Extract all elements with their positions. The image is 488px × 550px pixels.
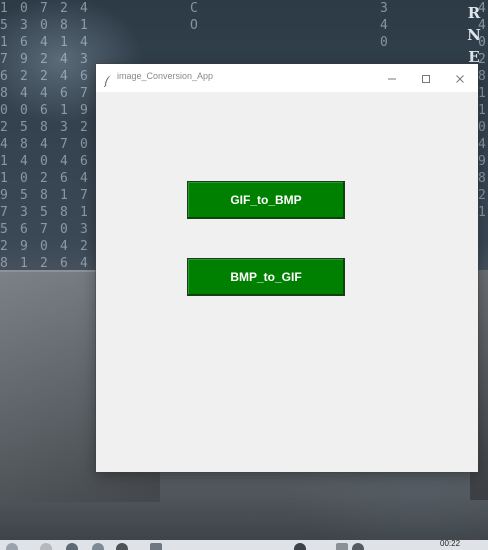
taskbar-app-icon[interactable] [336,543,348,550]
bmp-to-gif-button[interactable]: BMP_to_GIF [187,258,345,296]
matrix-code-column: 7 0 4 2 2 4 6 8 4 0 2 8 5 7 0 2 [40,1,48,271]
app-window: image_Conversion_App GIF_to_BMP BMP_to_G… [96,64,478,472]
taskbar: 00:22 [0,540,488,550]
maximize-icon [421,69,431,88]
minimize-icon [387,69,397,88]
title-bar[interactable]: image_Conversion_App [96,64,478,92]
taskbar-app-icon[interactable] [150,543,162,550]
window-client-area: GIF_to_BMP BMP_to_GIF [96,92,478,472]
matrix-code-column: 4 1 4 3 6 7 9 2 0 6 4 7 1 3 2 4 [80,1,88,271]
taskbar-clock[interactable]: 00:22 [440,540,460,548]
gif-to-bmp-button[interactable]: GIF_to_BMP [187,181,345,219]
close-icon [455,69,465,88]
close-button[interactable] [443,64,477,92]
corner-letters: R N E [464,2,484,68]
taskbar-app-icon[interactable] [294,543,306,550]
matrix-code-column: 1 5 1 7 6 8 0 2 4 1 1 9 7 5 2 8 [0,1,8,271]
corner-letter: R [467,4,481,22]
corner-letter: N [467,26,481,44]
taskbar-app-icon[interactable] [116,543,128,550]
matrix-code-column: 2 8 1 4 4 6 1 3 7 4 6 1 8 0 4 6 [60,1,68,271]
taskbar-app-icon[interactable] [66,543,78,550]
minimize-button[interactable] [375,64,409,92]
taskbar-app-icon[interactable] [40,543,52,550]
taskbar-app-icon[interactable] [92,543,104,550]
taskbar-app-icon[interactable] [352,543,364,550]
taskbar-app-icon[interactable] [6,543,18,550]
window-title: image_Conversion_App [117,71,214,81]
matrix-code-column: 0 3 6 9 2 4 0 5 8 4 0 5 3 6 9 1 [20,1,28,271]
maximize-button[interactable] [409,64,443,92]
feather-icon [103,72,112,88]
